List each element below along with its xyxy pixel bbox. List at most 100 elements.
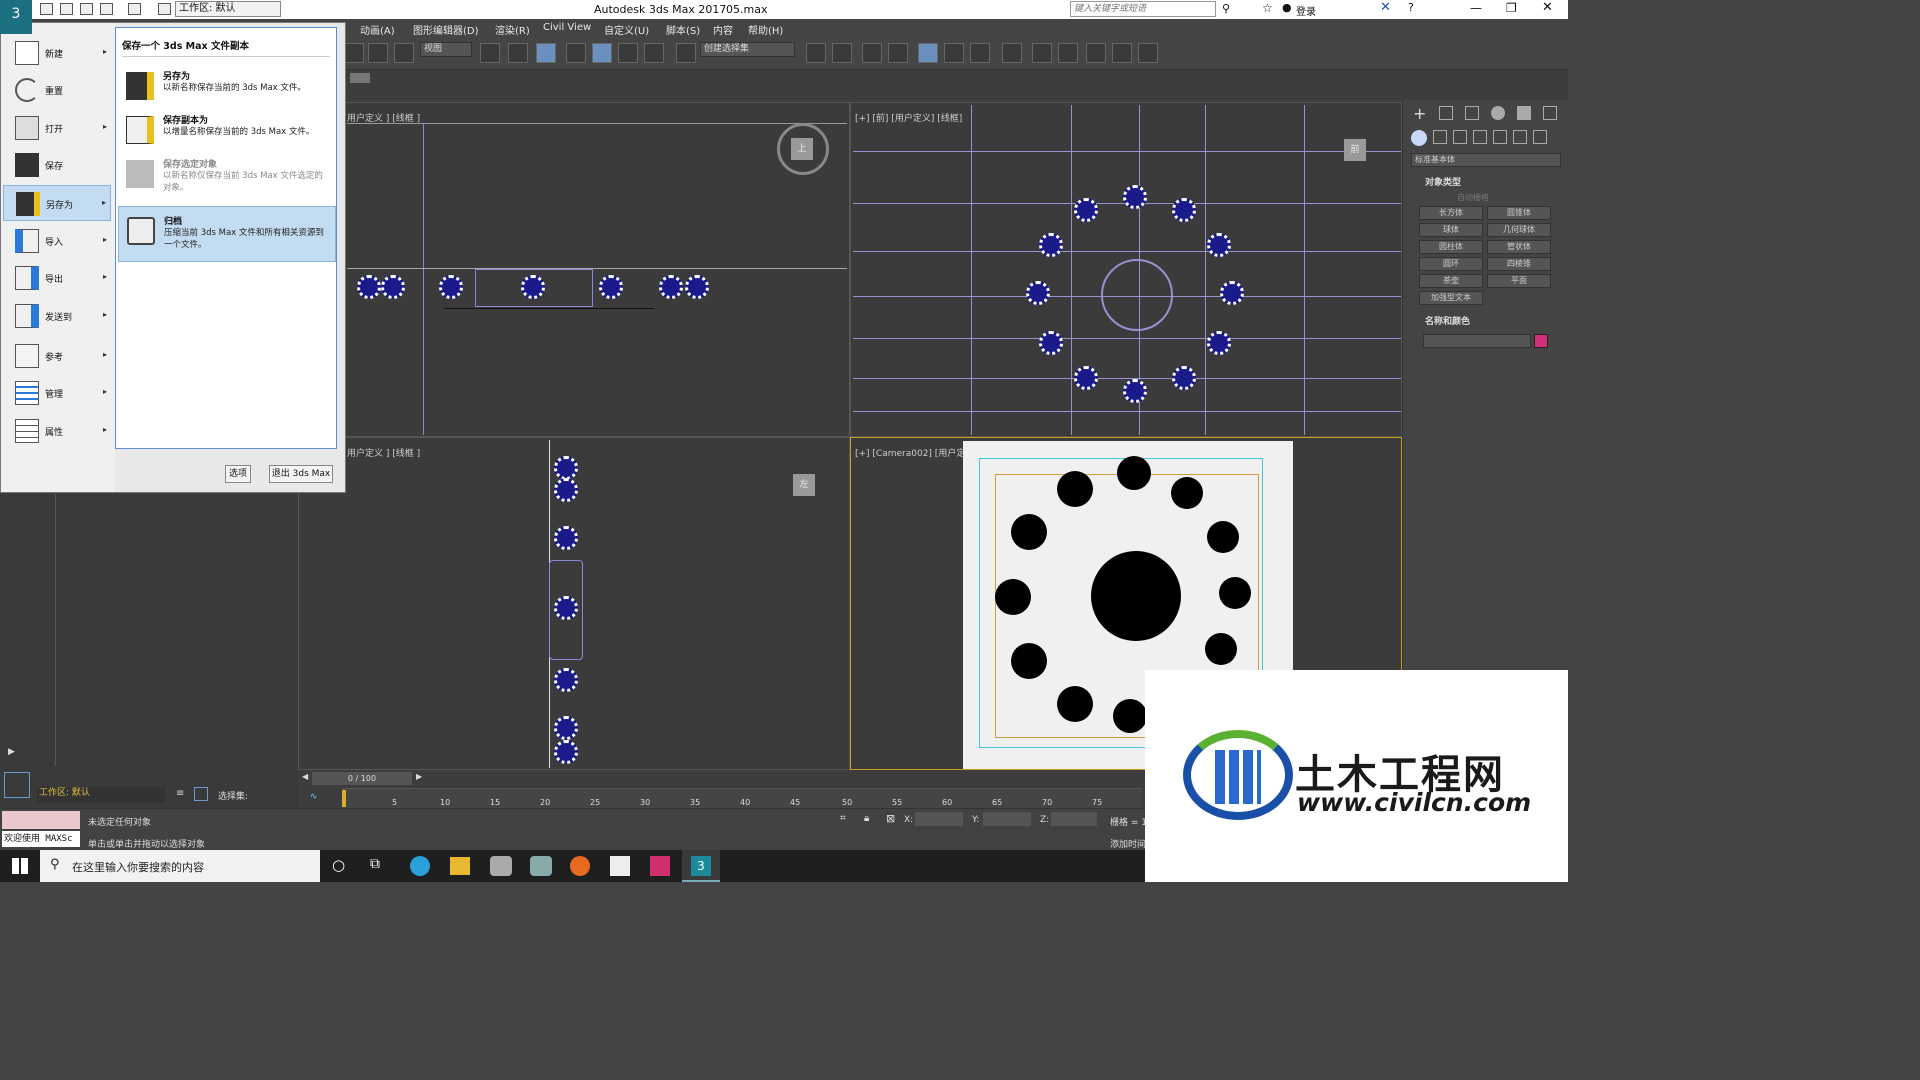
object-color-swatch[interactable] (1534, 334, 1548, 348)
file-explorer-icon[interactable] (450, 857, 470, 875)
named-selection-dropdown[interactable]: 创建选择集 (700, 42, 795, 57)
viewport-top-left[interactable]: 用户定义 ] [线框 ] 上 (298, 102, 850, 437)
app-icon-4[interactable] (650, 856, 670, 876)
render-icon[interactable] (1086, 43, 1106, 63)
curve-toggle-icon[interactable]: ∿ (310, 792, 318, 802)
play-icon[interactable]: ▶ (8, 747, 15, 757)
modify-tab-icon[interactable] (1439, 106, 1453, 120)
a360-icon[interactable] (1138, 43, 1158, 63)
absolute-mode-icon[interactable]: ⊠ (886, 812, 895, 825)
torus-button[interactable]: 圆环 (1419, 257, 1483, 271)
object-name-input[interactable] (1423, 334, 1531, 348)
3dsmax-taskbar-icon[interactable]: 3 (682, 850, 720, 882)
mirror-icon[interactable] (806, 43, 826, 63)
rollout-object-type[interactable]: 对象类型 (1425, 175, 1461, 188)
menu-scripting[interactable]: 脚本(S) (666, 22, 700, 37)
track-bar[interactable]: 5 10 15 20 25 30 35 40 45 50 55 60 65 70… (342, 788, 1142, 808)
lights-icon[interactable] (1453, 130, 1467, 144)
user-icon[interactable]: ● (1282, 1, 1292, 14)
maxscript-listener[interactable] (2, 811, 80, 829)
autogrid-checkbox[interactable]: 自动栅格 (1457, 192, 1489, 203)
teapot-button[interactable]: 茶壶 (1419, 274, 1483, 288)
plane-button[interactable]: 平面 (1487, 274, 1551, 288)
menu-open[interactable]: 打开 ▸ (3, 110, 111, 146)
options-button[interactable]: 选项 (225, 465, 251, 483)
render-iterative-icon[interactable] (1112, 43, 1132, 63)
binoculars-icon[interactable]: ⚲ (1222, 2, 1230, 15)
geosphere-button[interactable]: 几何球体 (1487, 223, 1551, 237)
menu-manage[interactable]: 管理 ▸ (3, 375, 111, 411)
box-button[interactable]: 长方体 (1419, 206, 1483, 220)
firefox-icon[interactable] (570, 856, 590, 876)
geometry-icon[interactable] (1411, 130, 1427, 146)
menu-properties[interactable]: 属性 ▸ (3, 413, 111, 449)
menu-customize[interactable]: 自定义(U) (604, 22, 649, 37)
sphere-button[interactable]: 球体 (1419, 223, 1483, 237)
welcome-text[interactable]: 欢迎使用 MAXSc (2, 831, 80, 847)
next-frame-button[interactable]: ▶ (416, 772, 422, 781)
select-scale-icon[interactable] (394, 43, 414, 63)
undo-icon[interactable] (100, 3, 113, 15)
spacewarps-icon[interactable] (1513, 130, 1527, 144)
open-file-icon[interactable] (60, 3, 73, 15)
pivot-icon[interactable] (480, 43, 500, 63)
app-logo[interactable]: 3 (0, 0, 32, 34)
cylinder-button[interactable]: 圆柱体 (1419, 240, 1483, 254)
menu-help[interactable]: 帮助(H) (748, 22, 783, 37)
tube-button[interactable]: 管状体 (1487, 240, 1551, 254)
exchange-icon[interactable]: ✕ (1380, 0, 1391, 15)
rotate-icon[interactable] (344, 43, 364, 63)
create-tab-icon[interactable]: + (1413, 104, 1426, 123)
app-icon-1[interactable] (490, 856, 512, 876)
move-icon[interactable] (508, 43, 528, 63)
menu-animation[interactable]: 动画(A) (360, 22, 395, 37)
schematic-icon[interactable] (970, 43, 990, 63)
menu-new[interactable]: 新建 ▸ (3, 35, 111, 71)
lock-icon[interactable]: 🔒︎ (864, 813, 869, 824)
menu-civil-view[interactable]: Civil View (543, 22, 591, 33)
curve-editor-icon[interactable] (944, 43, 964, 63)
viewport-label[interactable]: [+] [前] [用户定义] [线框] (855, 111, 962, 124)
star-icon[interactable]: ☆ (1262, 1, 1273, 15)
percent-snap-icon[interactable] (618, 43, 638, 63)
menu-graph-editors[interactable]: 图形编辑器(D) (413, 22, 479, 37)
text-plus-button[interactable]: 加强型文本 (1419, 291, 1483, 305)
menu-import[interactable]: 导入 ▸ (3, 223, 111, 259)
utilities-tab-icon[interactable] (1543, 106, 1557, 120)
category-dropdown[interactable]: 标准基本体 (1411, 153, 1561, 167)
align-icon[interactable] (832, 43, 852, 63)
minimize-button[interactable]: — (1470, 1, 1482, 15)
viewport-label[interactable]: 用户定义 ] [线框 ] (347, 446, 420, 459)
rollout-name-color[interactable]: 名称和颜色 (1425, 314, 1470, 327)
ref-coord-dropdown[interactable]: 视图 (420, 42, 472, 57)
edit-named-sel-icon[interactable] (676, 43, 696, 63)
isolate-icon[interactable]: ⌗ (840, 813, 846, 824)
material-editor-icon[interactable] (1002, 43, 1022, 63)
save-file-icon[interactable] (80, 3, 93, 15)
viewport-layout-icon[interactable] (350, 73, 370, 83)
menu-reference[interactable]: 参考 ▸ (3, 338, 111, 374)
task-view-icon[interactable]: ⧉ (370, 856, 380, 872)
windows-start-icon[interactable] (12, 858, 28, 874)
menu-save[interactable]: 保存 (3, 147, 111, 183)
cone-button[interactable]: 圆锥体 (1487, 206, 1551, 220)
app-icon-3[interactable] (610, 856, 630, 876)
cortana-icon[interactable]: ○ (332, 856, 345, 874)
systems-icon[interactable] (1533, 130, 1547, 144)
menu-save-as[interactable]: 另存为 ▸ (3, 185, 111, 221)
new-file-icon[interactable] (40, 3, 53, 15)
select-region-icon[interactable] (368, 43, 388, 63)
time-cursor[interactable] (342, 790, 346, 807)
menu-reset[interactable]: 重置 (3, 72, 111, 108)
app-icon-2[interactable] (530, 856, 552, 876)
layer-mode-icon[interactable]: ≡ (176, 788, 184, 799)
redo-icon[interactable] (128, 3, 141, 15)
menu-content[interactable]: 内容 (713, 22, 733, 37)
viewport-left[interactable]: 用户定义 ] [线框 ] 左 (298, 437, 850, 770)
angle-snap-icon[interactable] (592, 43, 612, 63)
z-coord-input[interactable] (1051, 812, 1097, 826)
explorer-tree[interactable] (55, 494, 295, 766)
ribbon-icon[interactable] (918, 43, 938, 63)
rendered-frame-icon[interactable] (1058, 43, 1078, 63)
taskbar-search-box[interactable]: ⚲ 在这里输入你要搜索的内容 (40, 850, 320, 882)
